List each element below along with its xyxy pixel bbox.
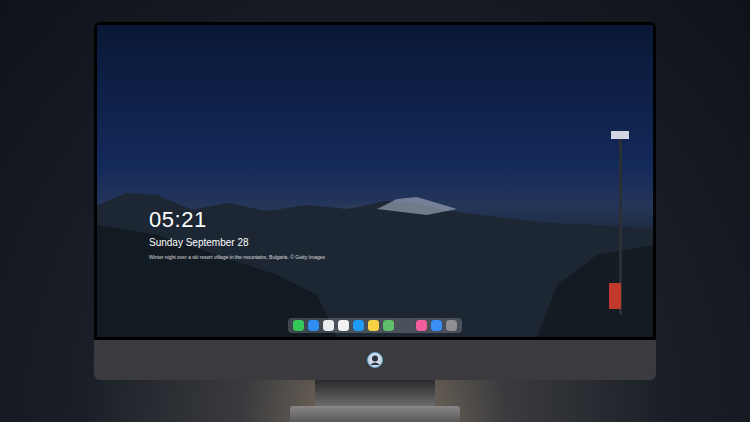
dock-separator [398,320,412,331]
dock-app-icon[interactable] [308,320,319,331]
brand-logo-icon [367,352,383,368]
dock-app-icon[interactable] [368,320,379,331]
monitor-neck [315,380,435,406]
clock-date: Sunday September 28 [149,237,325,250]
screen-bezel: 05:21 Sunday September 28 Winter night ove… [94,22,656,340]
dock-app-icon[interactable] [416,320,427,331]
monitor-chin [94,340,656,380]
dock-app-icon[interactable] [353,320,364,331]
photo-caption: Winter night over a ski resort village i… [149,254,325,260]
clock-time: 05:21 [149,209,325,231]
dock-app-icon[interactable] [323,320,334,331]
dock-app-icon[interactable] [338,320,349,331]
mountain-photo [97,25,653,337]
dock-app-icon[interactable] [446,320,457,331]
monitor-base [290,406,460,422]
dock-app-icon[interactable] [431,320,442,331]
dock-app-icon[interactable] [383,320,394,331]
lock-screen: 05:21 Sunday September 28 Winter night ove… [97,25,653,337]
dock [288,318,462,333]
clock-panel: 05:21 Sunday September 28 Winter night ove… [149,209,325,260]
monitor: 05:21 Sunday September 28 Winter night ove… [94,22,656,422]
dock-app-icon[interactable] [293,320,304,331]
page: 05:21 Sunday September 28 Winter night ove… [0,0,750,422]
